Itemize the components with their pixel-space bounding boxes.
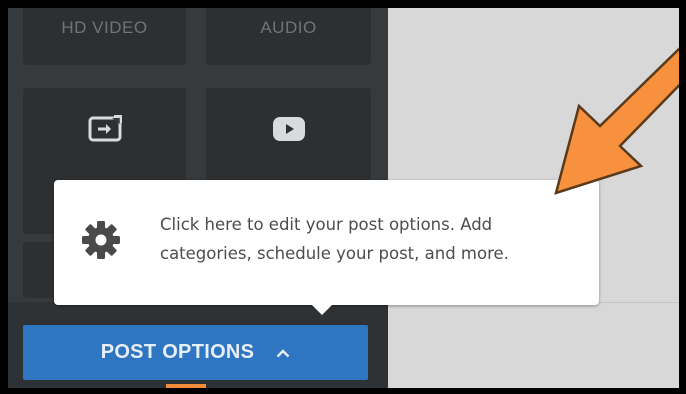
editor-app: HD VIDEO AUDIO POST OPTIONS Click here t… bbox=[8, 8, 679, 388]
screenshot-frame: HD VIDEO AUDIO POST OPTIONS Click here t… bbox=[0, 0, 686, 394]
orange-arrow-icon bbox=[554, 47, 679, 195]
